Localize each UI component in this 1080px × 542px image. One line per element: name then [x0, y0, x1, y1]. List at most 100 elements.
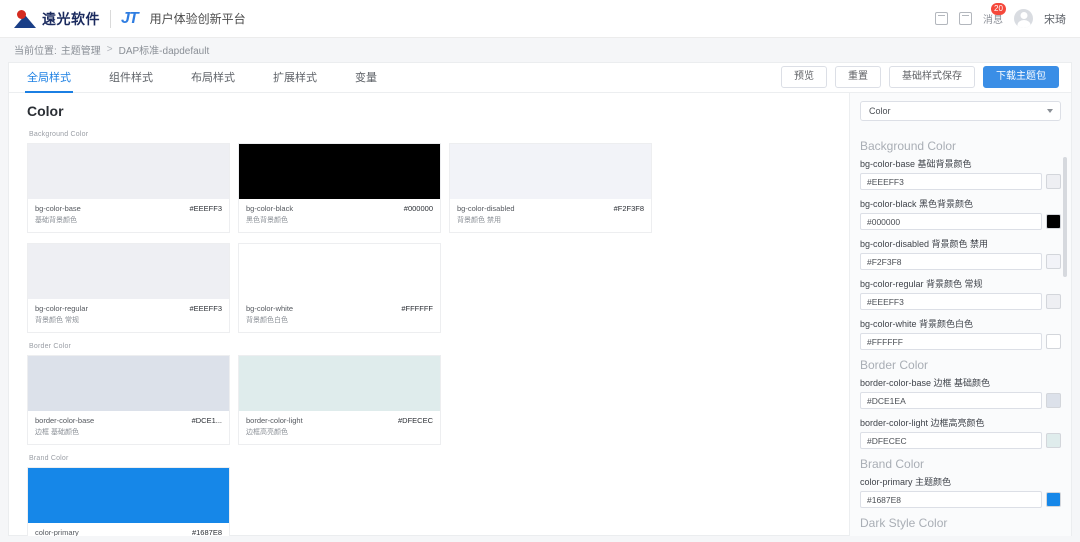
card-body: Color Background Color bg-color-base #EE… — [9, 93, 1071, 536]
swatch-card-bg-color-disabled[interactable]: bg-color-disabled #F2F3F8 背景颜色 禁用 — [449, 143, 652, 233]
border-color-base-input[interactable] — [860, 392, 1042, 409]
preview-button[interactable]: 预览 — [781, 66, 827, 88]
swatch-description: 边框高亮颜色 — [246, 427, 433, 437]
config-field-label: border-color-base 边框 基础颜色 — [860, 376, 1061, 389]
config-field-label: bg-color-regular 背景颜色 常规 — [860, 277, 1061, 290]
reset-button[interactable]: 重置 — [835, 66, 881, 88]
note-icon[interactable] — [959, 12, 972, 25]
config-field-border-color-base: border-color-base 边框 基础颜色 — [860, 376, 1061, 409]
swatch-card-bg-color-regular[interactable]: bg-color-regular #EEEFF3 背景颜色 常规 — [27, 243, 230, 333]
config-section-title-dark-style-color: Dark Style Color — [860, 516, 1061, 530]
bg-color-white-input[interactable] — [860, 333, 1042, 350]
swatch-name: color-primary — [35, 528, 79, 536]
swatch-name: bg-color-white — [246, 304, 293, 313]
bg-color-black-swatch[interactable] — [1046, 214, 1061, 229]
swatch-hex: #DFECEC — [398, 416, 433, 425]
company-logo-icon — [14, 10, 36, 28]
form-icon[interactable] — [935, 12, 948, 25]
breadcrumb: 当前位置: 主题管理 > DAP标准-dapdefault — [0, 38, 1080, 60]
save-base-style-button[interactable]: 基础样式保存 — [889, 66, 975, 88]
swatch-card-bg-color-base[interactable]: bg-color-base #EEEFF3 基础背景颜色 — [27, 143, 230, 233]
chevron-down-icon — [1047, 109, 1053, 113]
category-select-value: Color — [869, 106, 891, 116]
tab-bar: 全局样式 组件样式 布局样式 扩展样式 变量 预览 重置 基础样式保存 下载主题… — [9, 63, 1071, 93]
border-color-light-swatch[interactable] — [1046, 433, 1061, 448]
config-field-border-color-light: border-color-light 边框高亮颜色 — [860, 416, 1061, 449]
message-button[interactable]: 消息 20 — [983, 10, 1003, 28]
color-preview-pane: Color Background Color bg-color-base #EE… — [9, 93, 849, 536]
breadcrumb-prefix: 当前位置: — [14, 42, 57, 57]
config-field-bg-color-white: bg-color-white 背景颜色白色 — [860, 317, 1061, 350]
config-field-label: bg-color-white 背景颜色白色 — [860, 317, 1061, 330]
config-scrollbar-track[interactable] — [1065, 123, 1069, 493]
header-divider — [110, 10, 111, 28]
bg-color-base-input[interactable] — [860, 173, 1042, 190]
border-color-light-input[interactable] — [860, 432, 1042, 449]
toolbar-actions: 预览 重置 基础样式保存 下载主题包 — [781, 66, 1059, 88]
config-field-label: bg-color-black 黑色背景颜色 — [860, 197, 1061, 210]
config-field-label: bg-color-disabled 背景颜色 禁用 — [860, 237, 1061, 250]
config-field-label: border-color-light 边框高亮颜色 — [860, 416, 1061, 429]
swatch-row: bg-color-regular #EEEFF3 背景颜色 常规 bg-colo… — [27, 243, 835, 333]
swatch-card-bg-color-white[interactable]: bg-color-white #FFFFFF 背景颜色白色 — [238, 243, 441, 333]
swatch-name: bg-color-disabled — [457, 204, 515, 213]
swatch-hex: #EEEFF3 — [189, 304, 222, 313]
swatch-hex: #1687E8 — [192, 528, 222, 536]
tab-layout-style[interactable]: 布局样式 — [191, 69, 247, 92]
swatch-description: 背景颜色白色 — [246, 315, 433, 325]
swatch-name: border-color-base — [35, 416, 94, 425]
swatch-description: 黑色背景颜色 — [246, 215, 433, 225]
color-primary-swatch[interactable] — [1046, 492, 1061, 507]
swatch-hex: #FFFFFF — [401, 304, 433, 313]
config-field-label: bg-color-base 基础背景颜色 — [860, 157, 1061, 170]
swatch-row: border-color-base #DCE1... 边框 基础颜色 borde… — [27, 355, 835, 445]
brand-logo[interactable]: 遠光软件 — [14, 9, 100, 29]
bg-color-disabled-input[interactable] — [860, 253, 1042, 270]
tab-extension-style[interactable]: 扩展样式 — [273, 69, 329, 92]
platform-title: 用户体验创新平台 — [150, 10, 246, 27]
tab-component-style[interactable]: 组件样式 — [109, 69, 165, 92]
swatch-card-border-color-base[interactable]: border-color-base #DCE1... 边框 基础颜色 — [27, 355, 230, 445]
download-theme-button[interactable]: 下载主题包 — [983, 66, 1059, 88]
swatch-name: bg-color-base — [35, 204, 81, 213]
group-label-brand-color: Brand Color — [29, 455, 835, 462]
config-scrollbar-thumb[interactable] — [1063, 157, 1067, 277]
bg-color-regular-swatch[interactable] — [1046, 294, 1061, 309]
swatch-card-bg-color-black[interactable]: bg-color-black #000000 黑色背景颜色 — [238, 143, 441, 233]
message-badge: 20 — [991, 3, 1006, 15]
swatch-color-chip — [239, 144, 440, 199]
page-title: Color — [27, 103, 835, 119]
swatch-name: bg-color-regular — [35, 304, 88, 313]
swatch-name: border-color-light — [246, 416, 303, 425]
main-panel: 全局样式 组件样式 布局样式 扩展样式 变量 预览 重置 基础样式保存 下载主题… — [8, 62, 1072, 536]
bg-color-regular-input[interactable] — [860, 293, 1042, 310]
swatch-name: bg-color-black — [246, 204, 293, 213]
tab-global-style[interactable]: 全局样式 — [27, 69, 83, 92]
swatch-color-chip — [239, 356, 440, 411]
config-field-label: color-primary 主题颜色 — [860, 475, 1061, 488]
tab-variables[interactable]: 变量 — [355, 69, 389, 92]
config-scroll-area[interactable]: Background Color bg-color-base 基础背景颜色 bg… — [860, 131, 1061, 531]
border-color-base-swatch[interactable] — [1046, 393, 1061, 408]
swatch-hex: #F2F3F8 — [614, 204, 644, 213]
bg-color-white-swatch[interactable] — [1046, 334, 1061, 349]
swatch-card-border-color-light[interactable]: border-color-light #DFECEC 边框高亮颜色 — [238, 355, 441, 445]
swatch-color-chip — [239, 244, 440, 299]
bg-color-base-swatch[interactable] — [1046, 174, 1061, 189]
category-select[interactable]: Color — [860, 101, 1061, 121]
breadcrumb-item-theme-management[interactable]: 主题管理 — [61, 42, 101, 57]
swatch-card-color-primary[interactable]: color-primary #1687E8 主题颜色 — [27, 467, 230, 536]
avatar[interactable] — [1014, 9, 1033, 28]
swatch-hex: #000000 — [404, 204, 433, 213]
header-actions: 消息 20 宋琦 — [935, 9, 1066, 28]
group-label-border-color: Border Color — [29, 343, 835, 350]
bg-color-disabled-swatch[interactable] — [1046, 254, 1061, 269]
config-section-title-border-color: Border Color — [860, 358, 1061, 372]
swatch-color-chip — [28, 244, 229, 299]
color-primary-input[interactable] — [860, 491, 1042, 508]
config-section-title-background-color: Background Color — [860, 139, 1061, 153]
config-section-title-brand-color: Brand Color — [860, 457, 1061, 471]
app-header: 遠光软件 JT 用户体验创新平台 消息 20 宋琦 — [0, 0, 1080, 38]
bg-color-black-input[interactable] — [860, 213, 1042, 230]
config-field-bg-color-base: bg-color-base 基础背景颜色 — [860, 157, 1061, 190]
